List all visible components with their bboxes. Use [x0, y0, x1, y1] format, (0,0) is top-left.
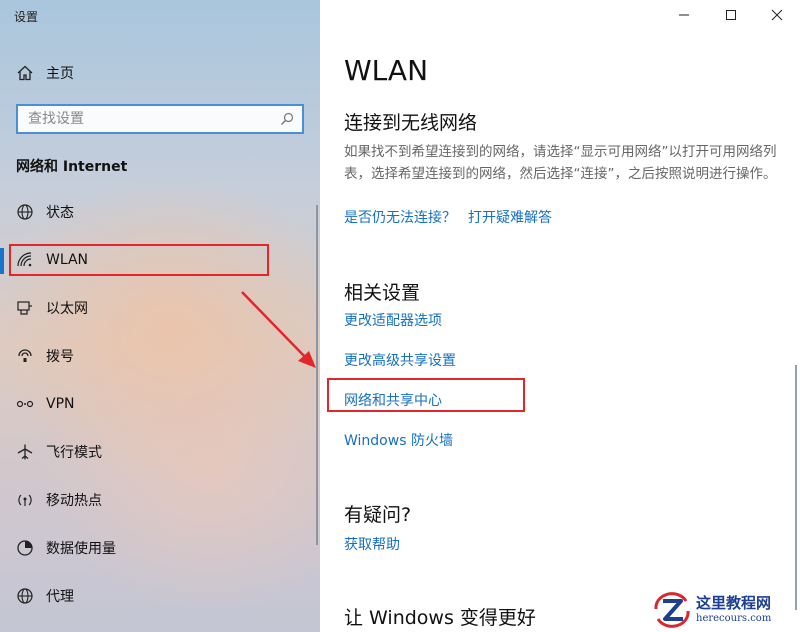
get-help-link[interactable]: 获取帮助	[344, 534, 400, 554]
watermark-url: herecours.com	[696, 613, 772, 624]
search-input[interactable]	[28, 111, 268, 127]
globe-icon	[17, 204, 33, 220]
feedback-heading: 让 Windows 变得更好	[344, 607, 536, 629]
sidebar-item-hotspot[interactable]: 移动热点	[16, 488, 102, 512]
close-button[interactable]	[763, 4, 791, 26]
home-icon	[17, 65, 33, 81]
sidebar-item-airplane[interactable]: 飞行模式	[16, 440, 102, 464]
sidebar-item-data-usage[interactable]: 数据使用量	[16, 536, 116, 560]
related-settings-heading: 相关设置	[344, 282, 421, 304]
sidebar: 设置 主页 网络和 Internet 状态 WLAN	[0, 0, 320, 632]
connect-description: 如果找不到希望连接到的网络，请选择“显示可用网络”以打开可用网络列表，选择希望连…	[344, 144, 777, 182]
firewall-link[interactable]: Windows 防火墙	[344, 430, 453, 450]
sidebar-item-label: 拨号	[46, 349, 74, 365]
cant-connect-link[interactable]: 是否仍无法连接？	[344, 207, 456, 227]
sidebar-item-ethernet[interactable]: 以太网	[16, 296, 88, 320]
main-content: WLAN 连接到无线网络 如果找不到希望连接到的网络，请选择“显示可用网络”以打…	[320, 0, 800, 632]
section-title: 网络和 Internet	[16, 159, 128, 175]
sidebar-item-label: 数据使用量	[46, 541, 116, 557]
sidebar-item-label: 移动热点	[46, 493, 102, 509]
search-box[interactable]	[16, 104, 304, 134]
highlight-box-wlan	[9, 244, 269, 276]
sidebar-item-proxy[interactable]: 代理	[16, 584, 74, 608]
connect-heading: 连接到无线网络	[344, 112, 478, 134]
maximize-icon	[726, 10, 736, 20]
sidebar-item-label: VPN	[46, 396, 75, 412]
site-logo-icon	[654, 592, 690, 628]
watermark-title: 这里教程网	[696, 594, 772, 612]
minimize-button[interactable]	[670, 4, 698, 26]
highlight-box-sharing-center	[327, 378, 525, 412]
sidebar-item-home[interactable]: 主页	[16, 62, 74, 84]
sidebar-item-dialup[interactable]: 拨号	[16, 344, 74, 368]
advanced-sharing-link[interactable]: 更改高级共享设置	[344, 350, 456, 370]
app-title: 设置	[14, 10, 39, 24]
sidebar-scrollbar[interactable]	[316, 205, 318, 545]
close-icon	[771, 9, 783, 21]
data-usage-icon	[17, 540, 33, 556]
globe-icon	[17, 588, 33, 604]
vpn-icon	[16, 400, 34, 408]
troubleshoot-link[interactable]: 打开疑难解答	[468, 207, 552, 227]
minimize-icon	[679, 14, 689, 16]
dialup-icon	[18, 349, 32, 362]
ethernet-icon	[17, 301, 32, 315]
question-heading: 有疑问?	[344, 504, 412, 526]
sidebar-item-vpn[interactable]: VPN	[16, 392, 75, 416]
sidebar-item-label: 主页	[46, 66, 74, 82]
sidebar-item-label: 状态	[46, 205, 74, 221]
hotspot-icon	[18, 494, 32, 506]
sidebar-item-status[interactable]: 状态	[16, 200, 74, 224]
watermark: 这里教程网 herecours.com	[652, 590, 798, 630]
sidebar-item-label: 以太网	[46, 301, 88, 317]
sidebar-item-label: 飞行模式	[46, 445, 102, 461]
selection-indicator	[0, 248, 4, 274]
main-scrollbar[interactable]	[795, 365, 797, 610]
maximize-button[interactable]	[717, 4, 745, 26]
search-icon[interactable]	[280, 112, 294, 126]
sidebar-item-label: 代理	[46, 589, 74, 605]
adapter-options-link[interactable]: 更改适配器选项	[344, 310, 442, 330]
airplane-icon	[17, 444, 33, 460]
page-title: WLAN	[344, 54, 429, 87]
